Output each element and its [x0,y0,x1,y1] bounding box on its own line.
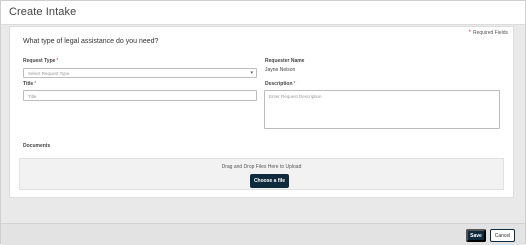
caret-down-icon: ▾ [250,70,253,76]
required-fields-text: Required Fields [472,30,508,36]
title-label: Title* [23,81,36,87]
title-placeholder: Title [28,94,37,99]
required-star-icon: * [468,30,471,36]
description-required-star: * [293,81,296,87]
title-input[interactable]: Title [23,90,257,101]
choose-file-button[interactable]: Choose a file [250,174,289,188]
save-button[interactable]: Save [466,229,486,242]
description-placeholder: Enter Request Description [269,94,322,99]
modal-footer: Save Cancel [1,223,525,245]
dropzone-hint: Drag and Drop Files Here to Upload [221,164,302,170]
request-type-label: Request Type* [23,58,58,64]
required-fields-legend: * Required Fields [469,30,508,36]
requester-name-label: Requester Name [265,58,305,64]
request-type-required-star: * [56,58,59,64]
description-textarea[interactable]: Enter Request Description [264,90,500,129]
title-required-star: * [34,81,37,87]
title-label-text: Title [23,81,34,87]
request-type-label-text: Request Type [23,58,56,64]
intake-form-card: * Required Fields What type of legal ass… [9,26,514,198]
create-intake-modal: Create Intake * Required Fields What typ… [0,0,526,245]
requester-name-value: Jayne Nelson [265,67,296,73]
description-label: Description* [265,81,295,87]
documents-label: Documents [23,143,51,149]
description-label-text: Description [265,81,293,87]
modal-header: Create Intake [1,1,525,25]
request-type-placeholder: Select Request Type [28,71,70,76]
modal-title: Create Intake [9,6,77,18]
cancel-button[interactable]: Cancel [490,229,515,242]
section-question: What type of legal assistance do you nee… [23,38,159,45]
file-dropzone[interactable]: Drag and Drop Files Here to Upload Choos… [19,158,504,190]
request-type-select[interactable]: Select Request Type ▾ [23,68,257,78]
